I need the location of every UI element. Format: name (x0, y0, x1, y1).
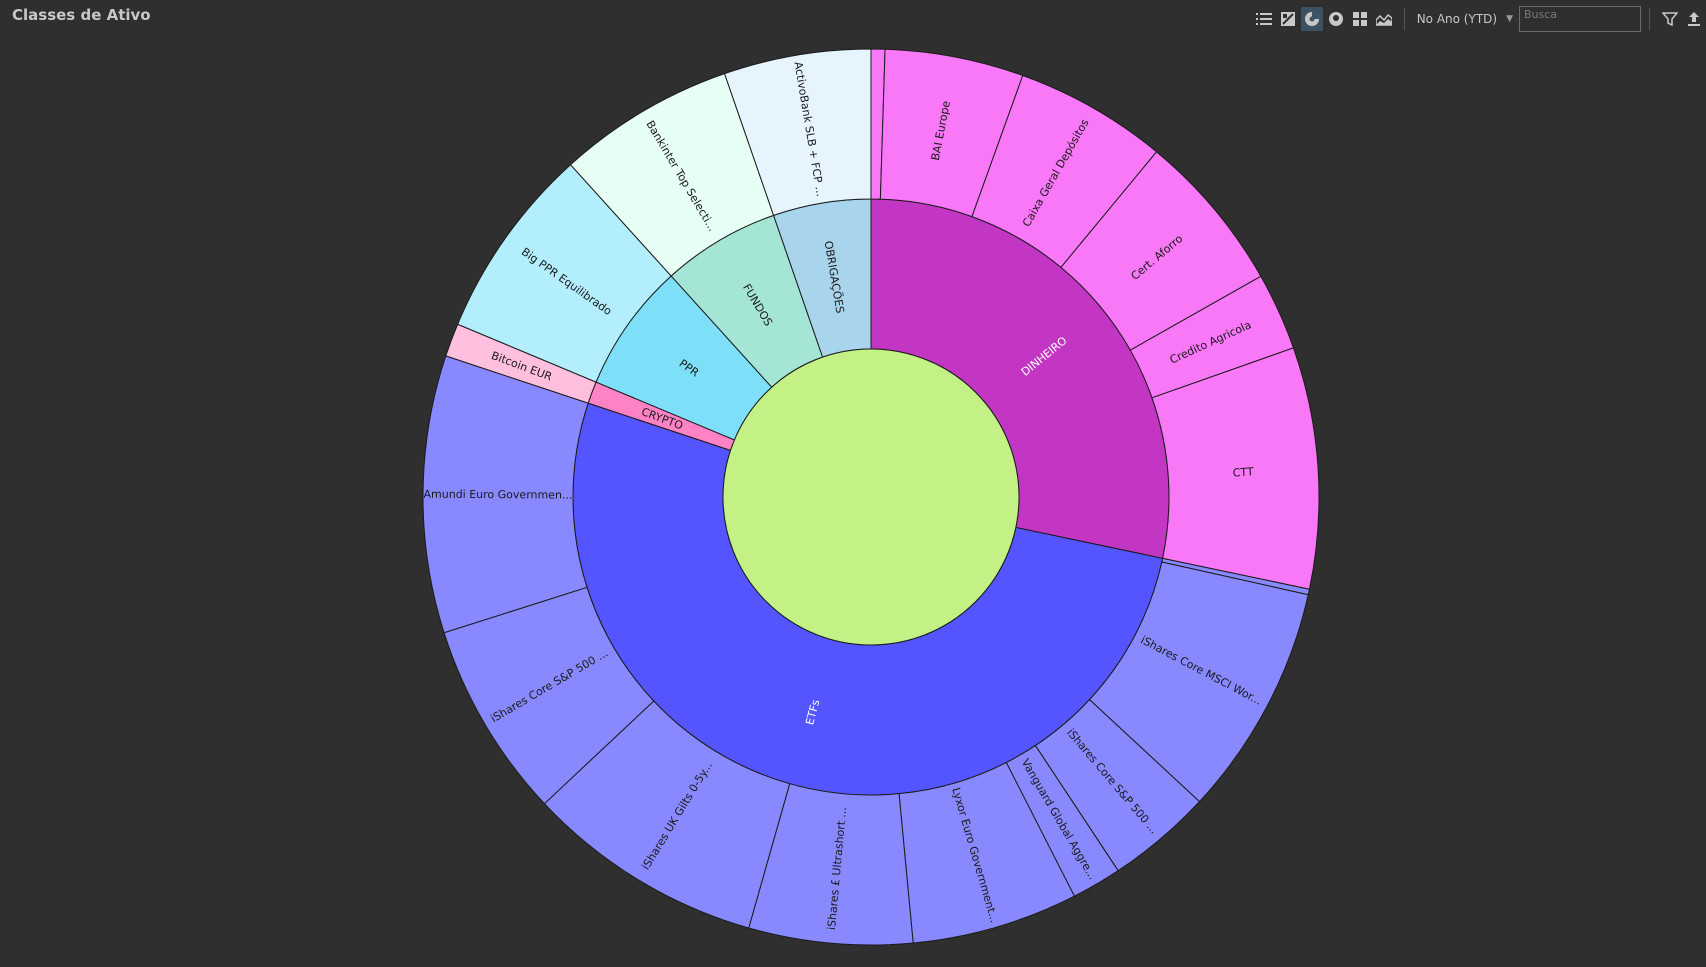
asset-label-amundi-euro-governmen: Amundi Euro Governmen... (423, 488, 572, 502)
sunburst-chart: BAI Europe Caixa Geral DepósitosCert. Afo… (422, 48, 1320, 946)
sunburst-center[interactable] (722, 348, 1020, 646)
asset-label-ctt: CTT (1232, 465, 1254, 479)
